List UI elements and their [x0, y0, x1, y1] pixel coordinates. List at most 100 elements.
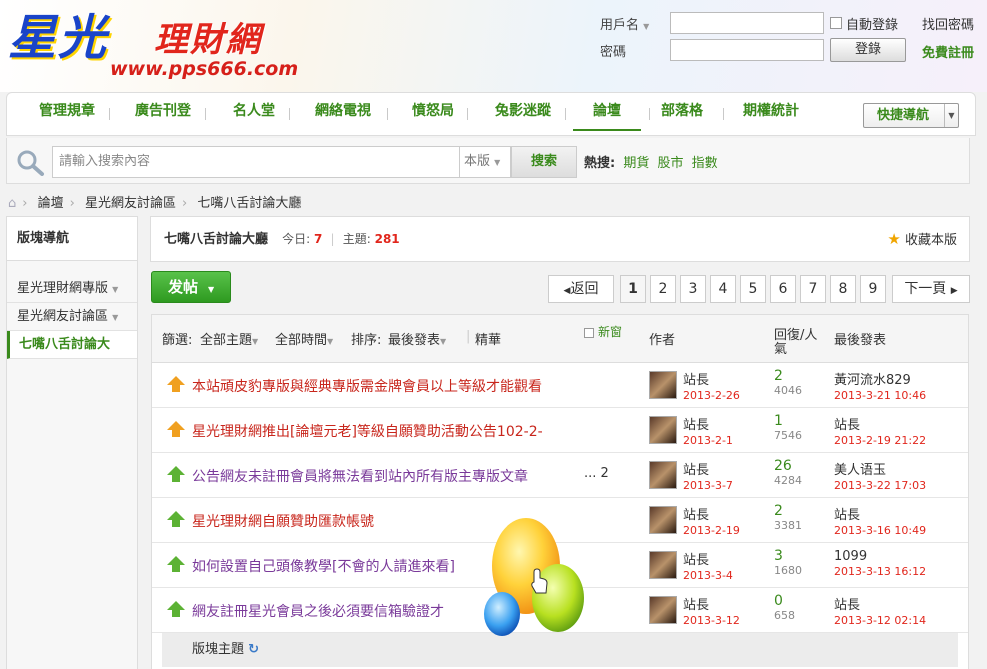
thread-replies: 0 658	[774, 593, 795, 622]
new-window-toggle[interactable]: 新窗	[584, 323, 622, 340]
thread-title[interactable]: 本站頑皮豹專版與經典專版需金牌會員以上等級才能觀看	[192, 376, 542, 396]
easter-egg-float-icon[interactable]	[480, 498, 590, 648]
sidebar-item-discussion[interactable]: 星光網友討論區 ▼	[7, 303, 137, 331]
search-icon	[17, 150, 44, 176]
filter-all-time[interactable]: 全部時間▼	[275, 329, 333, 348]
breadcrumb-item[interactable]: 星光網友討論區	[85, 196, 176, 211]
filter-all-topics[interactable]: 全部主題▼	[200, 329, 258, 348]
star-icon: ★	[887, 230, 901, 248]
favorite-button[interactable]: ★ 收藏本版	[887, 217, 957, 263]
thread-author[interactable]: 站長 2013-2-26	[683, 369, 740, 402]
register-link[interactable]: 免費註冊	[922, 40, 974, 62]
pager-page[interactable]: 2	[650, 275, 676, 303]
search-button[interactable]: 搜索	[511, 146, 577, 178]
pager-page[interactable]: 1	[620, 275, 646, 303]
thread-author[interactable]: 站長 2013-2-19	[683, 504, 740, 537]
breadcrumb-item[interactable]: 七嘴八舌討論大廳	[197, 196, 301, 211]
breadcrumb-item[interactable]: 論壇	[38, 196, 64, 211]
hot-search-label: 熱搜:	[584, 156, 616, 171]
thread-last-post[interactable]: 1099 2013-3-13 16:12	[834, 549, 926, 578]
pager-page[interactable]: 4	[710, 275, 736, 303]
pager-page[interactable]: 6	[770, 275, 796, 303]
announcement-icon	[167, 421, 185, 437]
thread-table-header: 篩選: 全部主題▼ 全部時間▼ 排序: 最後發表▼ | 精華 新窗 作者 回復/…	[152, 315, 968, 363]
home-icon[interactable]: ⌂	[8, 196, 16, 211]
thread-last-post[interactable]: 站長 2013-3-16 10:49	[834, 504, 926, 537]
thread-pages[interactable]: ... 2	[584, 466, 609, 481]
announcement-icon	[167, 376, 185, 392]
username-label[interactable]: 用戶名 ▼	[600, 14, 670, 33]
hot-search-item[interactable]: 股市	[658, 156, 684, 171]
forgot-password-link[interactable]: 找回密碼	[922, 12, 974, 34]
new-post-button[interactable]: 发帖 ▼	[151, 271, 231, 303]
thread-row[interactable]: 公告網友未註冊會員將無法看到站內所有版主專版文章 ... 2 站長 2013-3-…	[152, 453, 968, 498]
quick-nav-button[interactable]: 快捷導航 ▼	[863, 103, 959, 128]
filter-digest[interactable]: 精華	[475, 329, 501, 348]
thread-author[interactable]: 站長 2013-3-7	[683, 459, 733, 492]
avatar[interactable]	[649, 551, 677, 579]
thread-author[interactable]: 站長 2013-2-1	[683, 414, 733, 447]
sort-select[interactable]: 最後發表▼	[388, 329, 446, 348]
forum-header: 七嘴八舌討論大廳 今日: 7 | 主題: 281 ★ 收藏本版	[150, 216, 970, 262]
pager-page[interactable]: 7	[800, 275, 826, 303]
site-logo[interactable]: 星光 理財網 www.pps666.com	[4, 0, 324, 82]
pager-page[interactable]: 5	[740, 275, 766, 303]
nav-item-ads[interactable]: 廣告刊登	[135, 93, 191, 131]
thread-title[interactable]: 網友註冊星光會員之後必須要信箱驗證才	[192, 601, 444, 621]
thread-row[interactable]: 星光理財網推出[論壇元老]等級自願贊助活動公告102-2- 站長 2013-2-1…	[152, 408, 968, 453]
search-input[interactable]: 請輸入搜索內容	[52, 146, 460, 178]
thread-title[interactable]: 星光理財網推出[論壇元老]等級自願贊助活動公告102-2-	[192, 421, 543, 441]
pager-page[interactable]: 3	[680, 275, 706, 303]
thread-last-post[interactable]: 美人语玉 2013-3-22 17:03	[834, 459, 926, 492]
nav-item-hall[interactable]: 名人堂	[233, 93, 275, 131]
avatar[interactable]	[649, 596, 677, 624]
filter-divider: |	[466, 329, 471, 344]
new-window-checkbox[interactable]	[584, 327, 594, 338]
pager-page[interactable]: 9	[860, 275, 886, 303]
forum-name: 七嘴八舌討論大廳	[164, 232, 269, 247]
nav-separator	[565, 108, 566, 120]
sidebar-item-label: 星光理財網專版	[17, 281, 109, 296]
nav-item-tv[interactable]: 網絡電視	[315, 93, 371, 131]
auto-login[interactable]: 自動登錄	[830, 12, 898, 34]
avatar[interactable]	[649, 416, 677, 444]
nav-item-forum[interactable]: 論壇	[573, 93, 641, 131]
thread-author[interactable]: 站長 2013-3-12	[683, 594, 740, 627]
avatar[interactable]	[649, 371, 677, 399]
avatar[interactable]	[649, 506, 677, 534]
auto-login-checkbox[interactable]	[830, 17, 842, 29]
hot-search-item[interactable]: 期貨	[623, 156, 649, 171]
pager-back[interactable]: ◀返回	[548, 275, 614, 303]
thread-last-post[interactable]: 站長 2013-3-12 02:14	[834, 594, 926, 627]
thread-row[interactable]: 本站頑皮豹專版與經典專版需金牌會員以上等級才能觀看 站長 2013-2-26 24…	[152, 363, 968, 408]
thread-last-post[interactable]: 站長 2013-2-19 21:22	[834, 414, 926, 447]
nav-item-rules[interactable]: 管理規章	[39, 93, 95, 131]
thread-title[interactable]: 星光理財網自願贊助匯款帳號	[192, 511, 374, 531]
thread-replies: 2 4046	[774, 368, 802, 397]
pager-next[interactable]: 下一頁 ▶	[892, 275, 970, 303]
auto-login-label: 自動登錄	[846, 17, 899, 33]
logo-sub-text: 理財網	[154, 20, 262, 60]
search-scope-select[interactable]: 本版 ▼	[459, 146, 511, 178]
thread-last-post[interactable]: 黃河流水829 2013-3-21 10:46	[834, 369, 926, 402]
nav-item-rabbit[interactable]: 兔影迷蹤	[495, 93, 551, 131]
sticky-icon	[167, 556, 185, 572]
login-button[interactable]: 登錄	[830, 38, 906, 62]
password-input[interactable]	[670, 39, 824, 61]
sidebar-item-pps-board[interactable]: 星光理財網專版 ▼	[7, 275, 137, 303]
pager-page[interactable]: 8	[830, 275, 856, 303]
thread-author[interactable]: 站長 2013-3-4	[683, 549, 733, 582]
sort-label: 排序:	[351, 333, 382, 348]
hot-search-item[interactable]: 指數	[692, 156, 718, 171]
nav-item-options[interactable]: 期權統計	[743, 93, 799, 131]
thread-title[interactable]: 公告網友未註冊會員將無法看到站內所有版主專版文章	[192, 466, 528, 486]
thread-replies: 26 4284	[774, 458, 802, 487]
sidebar-item-hall[interactable]: 七嘴八舌討論大	[7, 331, 137, 359]
avatar[interactable]	[649, 461, 677, 489]
username-input[interactable]	[670, 12, 824, 34]
nav-item-anger[interactable]: 憤怒局	[412, 93, 454, 131]
refresh-icon[interactable]: ↻	[248, 642, 259, 657]
thread-title[interactable]: 如何設置自己頭像教學[不會的人請進來看]	[192, 556, 455, 576]
nav-item-blog[interactable]: 部落格	[661, 93, 703, 131]
